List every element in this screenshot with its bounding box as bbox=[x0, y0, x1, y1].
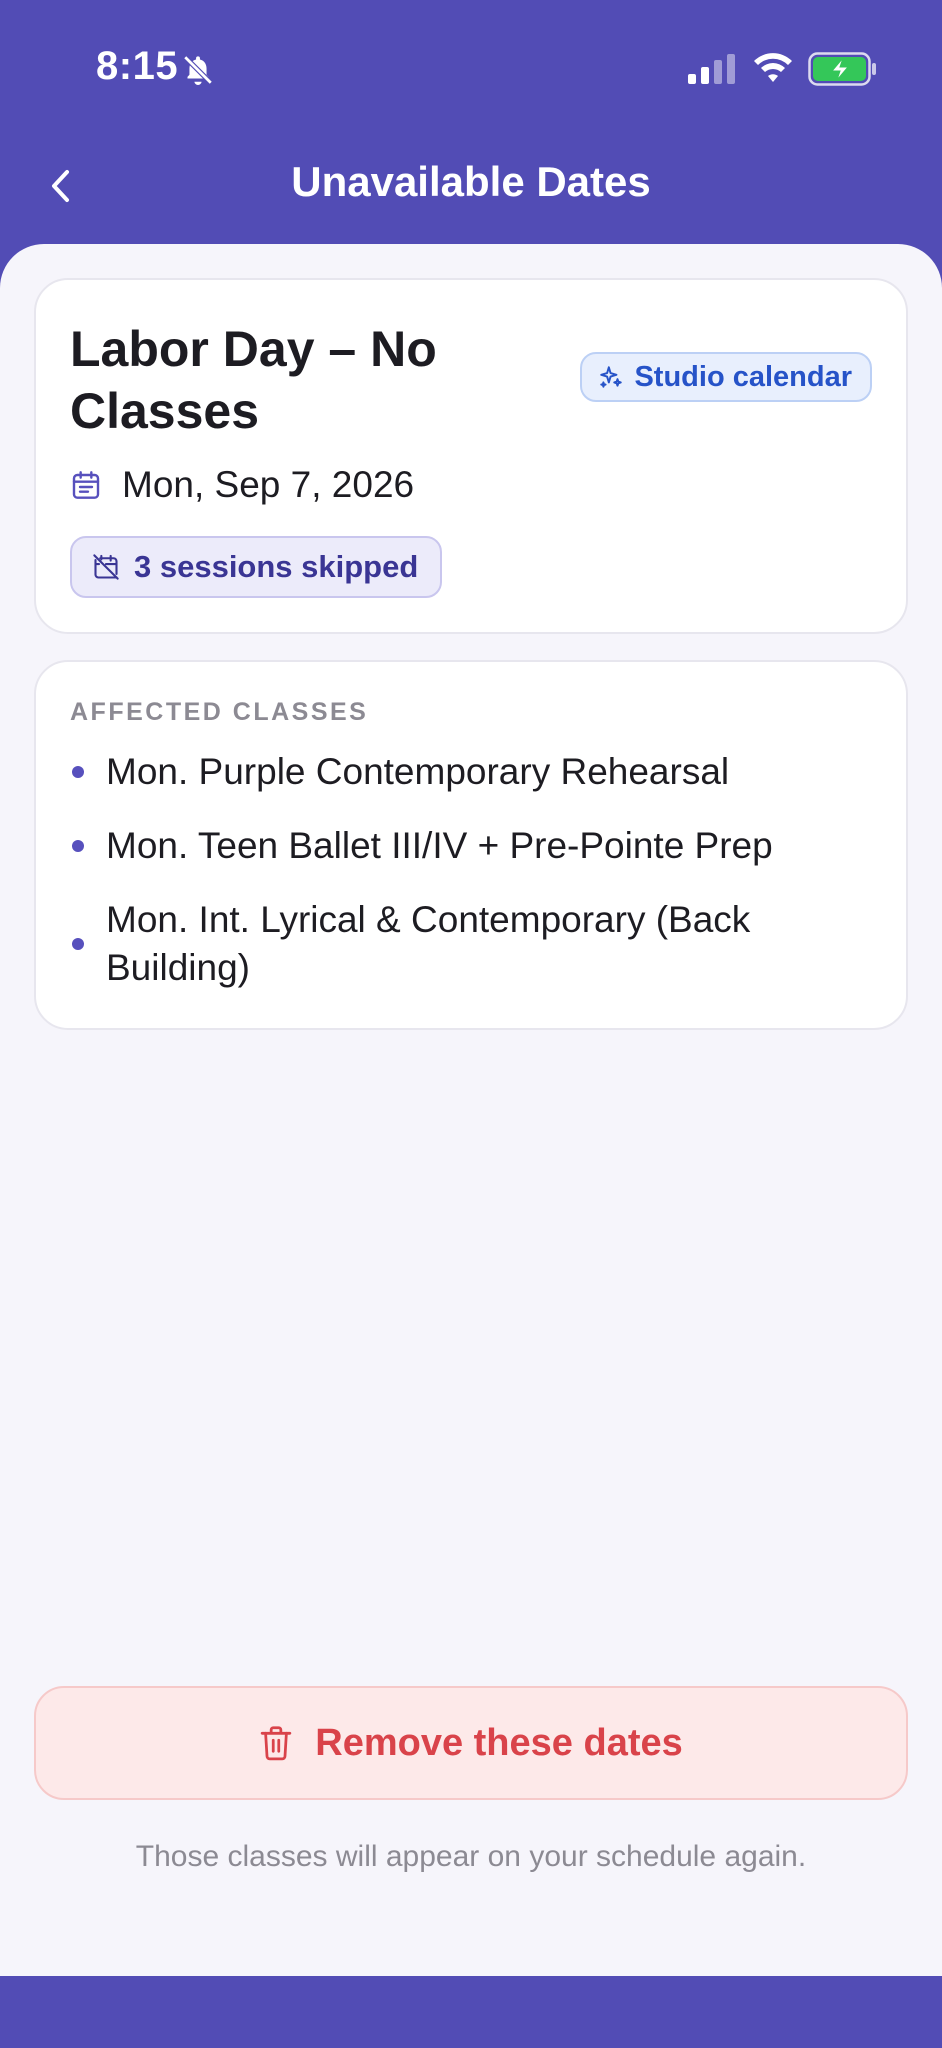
page-title: Unavailable Dates bbox=[291, 158, 651, 205]
date-row: Mon, Sep 7, 2026 bbox=[70, 464, 414, 506]
battery-charging-icon bbox=[808, 52, 876, 86]
calendar-off-icon bbox=[93, 554, 119, 580]
nav-header: Unavailable Dates bbox=[0, 140, 942, 246]
calendar-icon bbox=[72, 471, 100, 499]
bottom-bar bbox=[0, 1976, 942, 2048]
content-sheet: Labor Day – No Classes Studio calendar M… bbox=[0, 244, 942, 1976]
sparkles-icon bbox=[600, 366, 623, 388]
list-item: Mon. Teen Ballet III/IV + Pre-Pointe Pre… bbox=[70, 822, 870, 870]
sessions-skipped-label: 3 sessions skipped bbox=[134, 549, 419, 584]
event-title: Labor Day – No Classes bbox=[70, 321, 437, 439]
source-badge-label: Studio calendar bbox=[634, 360, 852, 393]
affected-classes-list: Mon. Purple Contemporary Rehearsal Mon. … bbox=[70, 748, 870, 1018]
wifi-icon bbox=[754, 53, 792, 82]
trash-icon bbox=[261, 1726, 292, 1761]
class-name: Mon. Purple Contemporary Rehearsal bbox=[106, 751, 730, 792]
list-item: Mon. Int. Lyrical & Contemporary (Back B… bbox=[70, 896, 870, 992]
status-bar: 8:15 bbox=[0, 0, 942, 140]
affected-classes-card: AFFECTED CLASSES Mon. Purple Contemporar… bbox=[34, 660, 908, 1030]
class-name: Mon. Int. Lyrical & Contemporary (Back B… bbox=[106, 899, 751, 988]
status-time: 8:15 bbox=[96, 44, 179, 88]
bell-slash-icon bbox=[183, 55, 213, 86]
helper-text: Those classes will appear on your schedu… bbox=[135, 1840, 807, 1873]
bullet-dot bbox=[72, 938, 84, 950]
sessions-skipped-badge: 3 sessions skipped bbox=[70, 536, 443, 598]
remove-dates-button[interactable]: Remove these dates bbox=[34, 1686, 908, 1800]
event-card: Labor Day – No Classes Studio calendar M… bbox=[34, 278, 908, 634]
event-date: Mon, Sep 7, 2026 bbox=[122, 464, 415, 505]
cellular-signal-icon bbox=[688, 54, 735, 84]
remove-dates-label: Remove these dates bbox=[315, 1721, 683, 1764]
class-name: Mon. Teen Ballet III/IV + Pre-Pointe Pre… bbox=[106, 825, 773, 866]
screen: 8:15 Unavailable Dates Labor Day – No Cl… bbox=[0, 0, 942, 2048]
source-badge: Studio calendar bbox=[580, 352, 872, 402]
bullet-dot bbox=[72, 840, 84, 852]
section-label: AFFECTED CLASSES bbox=[70, 698, 369, 726]
list-item: Mon. Purple Contemporary Rehearsal bbox=[70, 748, 870, 796]
bullet-dot bbox=[72, 766, 84, 778]
